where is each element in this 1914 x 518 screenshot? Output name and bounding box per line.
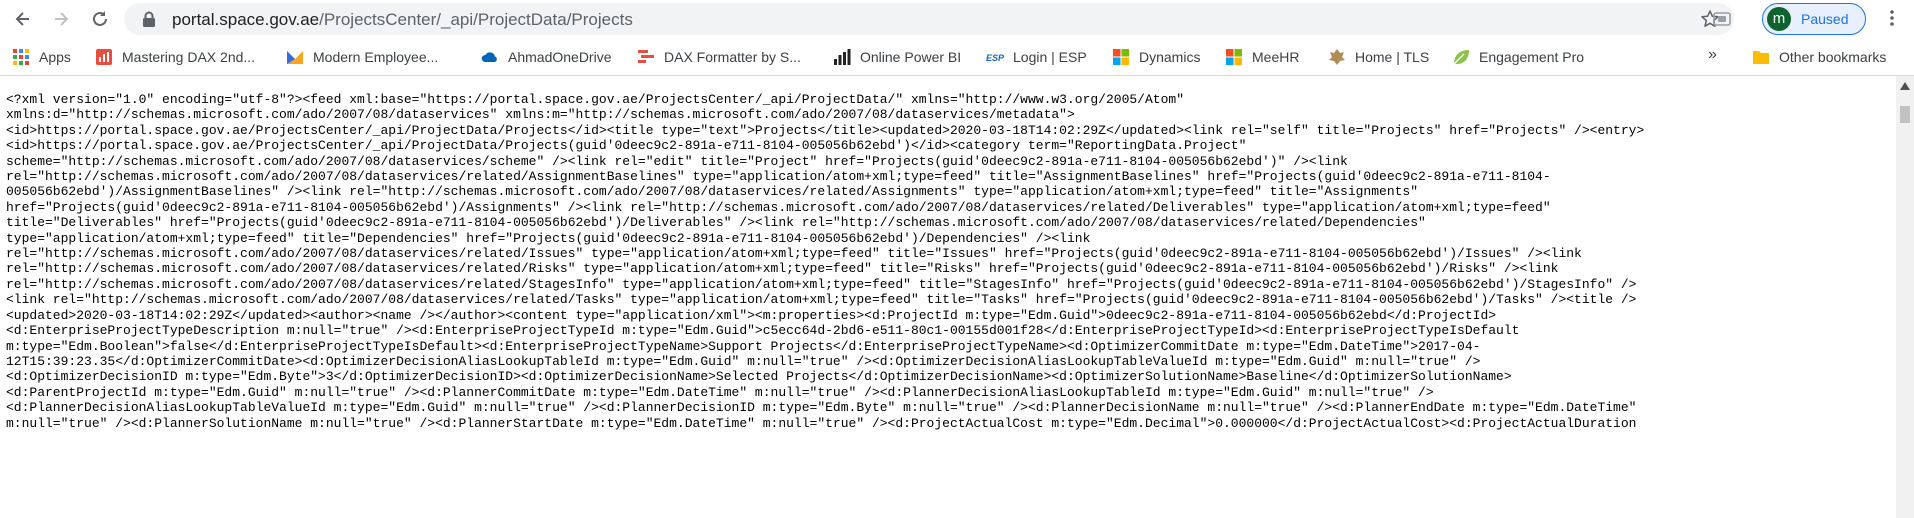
bookmark-modern-employee[interactable]: Modern Employee... (286, 46, 438, 68)
bookmark-apps[interactable]: Apps (12, 46, 71, 68)
xml-line: rel="http://schemas.microsoft.com/ado/20… (6, 169, 1551, 185)
more-vertical-icon[interactable] (1882, 8, 1902, 28)
reload-button[interactable] (87, 6, 113, 32)
browser-toolbar: portal.space.gov.ae/ProjectsCenter/_api/… (0, 0, 1914, 38)
lock-icon (143, 11, 155, 27)
bookmarks-overflow-button[interactable]: » (1708, 46, 1717, 64)
vertical-scrollbar[interactable] (1896, 76, 1914, 518)
bookmarks-bar: Apps Mastering DAX 2nd... Modern Employe… (0, 38, 1914, 76)
xml-line: <id>https://portal.space.gov.ae/Projects… (6, 122, 1645, 138)
bookmark-label: DAX Formatter by S... (664, 49, 801, 65)
microsoft-icon (1226, 49, 1242, 65)
bookmark-home-tls[interactable]: Home | TLS (1328, 46, 1429, 68)
bookmark-label: Apps (39, 49, 71, 65)
bookmark-meehr[interactable]: MeeHR (1225, 46, 1299, 68)
reload-icon (93, 11, 107, 26)
bookmark-label: AhmadOneDrive (508, 49, 612, 65)
xml-line: scheme="http://schemas.microsoft.com/ado… (6, 153, 1348, 169)
xml-line: <d:PlannerDecisionAliasLookupTableValueI… (6, 400, 1637, 416)
bookmark-label: MeeHR (1252, 49, 1300, 65)
xml-line: href="Projects(guid'0deec9c2-891a-e711-8… (6, 199, 1551, 215)
bookmark-label: Login | ESP (1013, 49, 1087, 65)
back-button[interactable] (10, 6, 36, 32)
xml-line: type="application/atom+xml;type=feed" ti… (6, 230, 1091, 246)
sqlbi-icon (96, 49, 112, 65)
xml-line: <d:ParentProjectId m:type="Edm.Guid" m:n… (6, 384, 1434, 400)
xml-line: m:null="true" /><d:PlannerSolutionName m… (6, 415, 1637, 431)
dax-formatter-icon (638, 50, 654, 63)
forward-button[interactable] (48, 6, 74, 32)
xml-line: xmlns:d="http://schemas.microsoft.com/ad… (6, 107, 1075, 123)
xml-line: <?xml version="1.0" encoding="utf-8"?><f… (6, 92, 1184, 107)
url-text: portal.space.gov.ae/ProjectsCenter/_api/… (172, 10, 633, 30)
microsoft-icon (1113, 49, 1129, 65)
url-host: portal.space.gov.ae (172, 10, 320, 29)
bookmark-mastering-dax[interactable]: Mastering DAX 2nd... (95, 46, 255, 68)
bookmark-ahmad-onedrive[interactable]: AhmadOneDrive (481, 46, 612, 68)
profile-status: Paused (1801, 11, 1849, 27)
xml-line: <d:OptimizerDecisionID m:type="Edm.Byte"… (6, 369, 1512, 385)
arrow-right-icon (55, 12, 69, 26)
bars-icon (834, 49, 851, 65)
xml-line: rel="http://schemas.microsoft.com/ado/20… (6, 246, 1582, 262)
xml-line: <id>https://portal.space.gov.ae/Projects… (6, 138, 1247, 154)
arrow-left-icon (15, 12, 29, 26)
emblem-icon (1329, 49, 1345, 65)
xml-line: rel="http://schemas.microsoft.com/ado/20… (6, 261, 1559, 277)
leaf-icon (1453, 50, 1469, 65)
bookmark-dynamics[interactable]: Dynamics (1112, 46, 1200, 68)
other-bookmarks[interactable]: Other bookmarks (1752, 46, 1886, 68)
bookmark-label: Modern Employee... (313, 49, 439, 65)
address-bar[interactable]: portal.space.gov.ae/ProjectsCenter/_api/… (124, 3, 1734, 35)
bookmark-label: Mastering DAX 2nd... (122, 49, 256, 65)
bookmark-label: Engagement Pro (1479, 49, 1585, 65)
bookmark-engagement-pro[interactable]: Engagement Pro (1452, 46, 1584, 68)
xml-line: <updated>2020-03-18T14:02:29Z</updated><… (6, 307, 1497, 323)
xml-document: <?xml version="1.0" encoding="utf-8"?><f… (0, 76, 1896, 431)
bookmark-label: Online Power BI (860, 49, 962, 65)
cloud-icon (481, 52, 497, 62)
xml-line: title="Deliverables" href="Projects(guid… (6, 215, 1426, 231)
svg-text:ESP: ESP (986, 53, 1004, 63)
xml-line: 005056b62ebd')/AssignmentBaselines" /><l… (6, 184, 1419, 200)
esp-icon: ESP (986, 53, 1004, 63)
xml-line: <link rel="http://schemas.microsoft.com/… (6, 292, 1637, 308)
bookmark-login-esp[interactable]: ESP Login | ESP (986, 46, 1087, 68)
scroll-up-arrow-icon[interactable] (1900, 82, 1910, 90)
bookmark-online-power-bi[interactable]: Online Power BI (833, 46, 961, 68)
avatar: m (1767, 7, 1791, 31)
xml-line: m:type="Edm.Boolean">false</d:Enterprise… (6, 338, 1481, 354)
scrollbar-thumb[interactable] (1900, 106, 1910, 123)
bookmark-label: Home | TLS (1355, 49, 1430, 65)
xml-line: <d:EnterpriseProjectTypeDescription m:nu… (6, 323, 1520, 339)
m-logo-icon (287, 51, 303, 64)
folder-icon (1753, 51, 1769, 64)
extension-cast-icon[interactable] (1712, 9, 1732, 29)
apps-grid-icon (13, 49, 29, 65)
profile-button[interactable]: m Paused (1762, 3, 1866, 35)
other-bookmarks-label: Other bookmarks (1779, 49, 1887, 65)
bookmark-dax-formatter[interactable]: DAX Formatter by S... (637, 46, 801, 68)
xml-line: rel="http://schemas.microsoft.com/ado/20… (6, 276, 1637, 292)
url-path: /ProjectsCenter/_api/ProjectData/Project… (319, 10, 633, 29)
bookmark-label: Dynamics (1139, 49, 1201, 65)
xml-line: 12T15:39:23.35</d:OptimizerCommitDate><d… (6, 353, 1481, 369)
xml-viewport: <?xml version="1.0" encoding="utf-8"?><f… (0, 76, 1896, 518)
